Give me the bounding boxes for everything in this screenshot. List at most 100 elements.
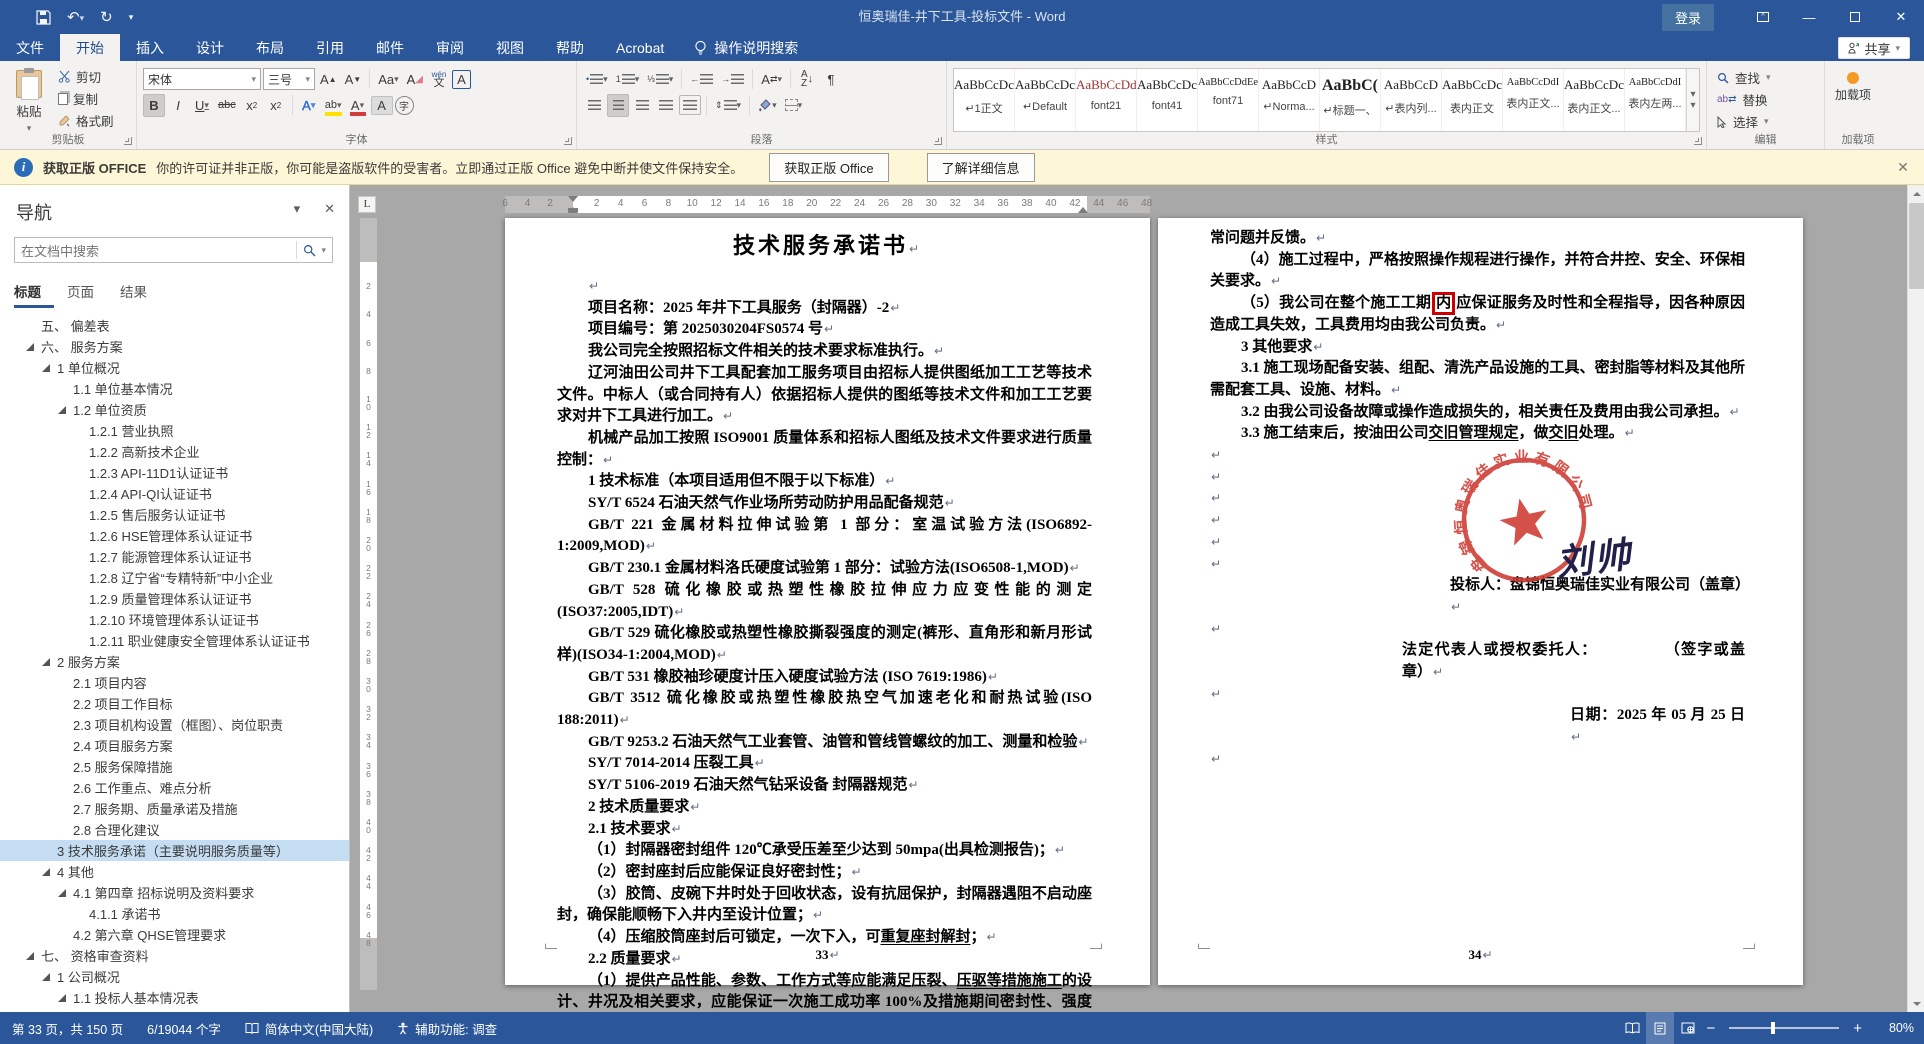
tab-设计[interactable]: 设计: [180, 34, 240, 61]
doc-paragraph[interactable]: ↵: [557, 276, 1092, 298]
redo-icon[interactable]: ↻: [100, 8, 113, 26]
nav-close-icon[interactable]: ✕: [324, 201, 335, 217]
tab-邮件[interactable]: 邮件: [360, 34, 420, 61]
sort-icon[interactable]: A Z ↓: [796, 68, 818, 91]
nav-heading-item[interactable]: 1.2.4 API-QI认证证书: [0, 483, 349, 504]
customize-qat-icon[interactable]: ▾: [129, 12, 134, 23]
zoom-slider-thumb[interactable]: [1771, 1022, 1776, 1034]
nav-heading-item[interactable]: 1.1 投标人基本情况表: [0, 987, 349, 1008]
expand-arrow-icon[interactable]: [42, 363, 50, 372]
style-item[interactable]: AaBbCcDdE font21: [1076, 69, 1137, 131]
font-color-icon[interactable]: A ▾: [347, 94, 369, 117]
doc-paragraph[interactable]: 3.1 施工现场配备安装、组配、清洗产品设施的工具、密封脂等材料及其他所需配套工…: [1210, 358, 1745, 401]
shrink-font-icon[interactable]: A ▼: [342, 68, 365, 91]
nav-heading-item[interactable]: 2.1 项目内容: [0, 672, 349, 693]
doc-paragraph[interactable]: GB/T 531 橡胶袖珍硬度计压入硬度试验方法 (ISO 7619:1986)…: [557, 667, 1092, 689]
tab-布局[interactable]: 布局: [240, 34, 300, 61]
style-item[interactable]: AaBbCcDc font41: [1137, 69, 1198, 131]
tellme-search[interactable]: 操作说明搜索: [680, 34, 812, 61]
share-button[interactable]: 共享 ▾: [1838, 37, 1910, 59]
format-painter-button[interactable]: 格式刷: [54, 110, 118, 131]
scrollbar-thumb[interactable]: [1909, 203, 1924, 289]
doc-paragraph[interactable]: 辽河油田公司井下工具配套加工服务项目由招标人提供图纸加工工艺等技术文件。中标人（…: [557, 363, 1092, 428]
align-left-icon[interactable]: [583, 94, 605, 117]
tab-stop-selector[interactable]: L: [358, 196, 376, 213]
paste-button[interactable]: 粘贴 ▾: [6, 66, 52, 134]
page-indicator[interactable]: 第 33 页，共 150 页: [0, 1012, 135, 1044]
expand-arrow-icon[interactable]: [42, 867, 50, 876]
doc-paragraph[interactable]: 3 其他要求↵: [1210, 337, 1745, 359]
read-mode-icon[interactable]: [1618, 1012, 1646, 1044]
expand-arrow-icon[interactable]: [58, 993, 66, 1002]
nav-tab-标题[interactable]: 标题: [14, 281, 41, 301]
print-layout-icon[interactable]: [1646, 1012, 1675, 1044]
doc-paragraph[interactable]: ↵: [1210, 684, 1745, 706]
doc-paragraph[interactable]: SY/T 5106-2019 石油天然气钻采设备 封隔器规范↵: [557, 775, 1092, 797]
doc-paragraph[interactable]: SY/T 7014-2014 压裂工具↵: [557, 753, 1092, 775]
expand-arrow-icon[interactable]: [42, 972, 50, 981]
doc-paragraph[interactable]: 2.1 技术要求↵: [557, 819, 1092, 841]
nav-heading-item[interactable]: 1.2.11 职业健康安全管理体系认证证书: [0, 630, 349, 651]
font-dialog-launcher[interactable]: [564, 137, 572, 145]
expand-arrow-icon[interactable]: [58, 405, 66, 414]
nav-heading-item[interactable]: 1 单位概况: [0, 357, 349, 378]
zoom-out-icon[interactable]: −: [1702, 1020, 1719, 1037]
addins-button[interactable]: 加载项: [1831, 66, 1875, 102]
nav-heading-item[interactable]: 2.8 合理化建议: [0, 819, 349, 840]
borders-icon[interactable]: ▾: [782, 94, 806, 117]
doc-paragraph[interactable]: ↵: [1210, 749, 1745, 771]
doc-paragraph[interactable]: GB/T 9253.2 石油天然气工业套管、油管和管线管螺纹的加工、测量和检验↵: [557, 732, 1092, 754]
minimize-button[interactable]: —: [1786, 0, 1832, 34]
doc-paragraph[interactable]: （4）施工过程中，严格按照操作规程进行操作，并符合井控、安全、环保相关要求。↵: [1210, 250, 1745, 293]
nav-heading-item[interactable]: 1.1 单位基本情况: [0, 378, 349, 399]
tab-帮助[interactable]: 帮助: [540, 34, 600, 61]
expand-arrow-icon[interactable]: [26, 342, 34, 351]
nav-heading-item[interactable]: 4.1.1 承诺书: [0, 903, 349, 924]
underline-icon[interactable]: U ▾: [191, 94, 213, 117]
nav-heading-item[interactable]: 1.2.3 API-11D1认证证书: [0, 462, 349, 483]
scroll-up-icon[interactable]: [1908, 185, 1924, 202]
shading-icon[interactable]: ▾: [755, 94, 780, 117]
doc-paragraph[interactable]: 日期：2025 年 05 月 25 日 ↵: [1210, 705, 1745, 748]
nav-heading-item[interactable]: 4.2 第六章 QHSE管理要求: [0, 924, 349, 945]
tab-插入[interactable]: 插入: [120, 34, 180, 61]
show-marks-icon[interactable]: ¶: [820, 68, 842, 91]
nav-heading-item[interactable]: 1.2.6 HSE管理体系认证证书: [0, 525, 349, 546]
style-item[interactable]: AaBbCcDc ↵1正文: [954, 69, 1015, 131]
language-indicator[interactable]: 简体中文(中国大陆): [233, 1012, 385, 1044]
find-button[interactable]: 查找 ▾: [1713, 67, 1818, 88]
doc-paragraph[interactable]: SY/T 6524 石油天然气作业场所劳动防护用品配备规范↵: [557, 493, 1092, 515]
doc-paragraph[interactable]: （1）提供产品性能、参数、工作方式等应能满足压裂、压驱等措施施工的设计、井况及相…: [557, 971, 1092, 1013]
replace-button[interactable]: ab⇄ 替换: [1713, 89, 1818, 110]
clear-formatting-icon[interactable]: A ◢: [404, 68, 426, 91]
phonetic-guide-icon[interactable]: wén 文: [428, 68, 450, 91]
nav-heading-item[interactable]: 1.2.7 能源管理体系认证证书: [0, 546, 349, 567]
doc-paragraph[interactable]: （2）密封座封后应能保证良好密封性；↵: [557, 862, 1092, 884]
style-item[interactable]: AaBbCcDdI 表内左两...: [1625, 69, 1686, 131]
ribbon-display-options-icon[interactable]: ^: [1740, 0, 1786, 34]
style-item[interactable]: AaBbCcD ↵Norma...: [1259, 69, 1320, 131]
nav-heading-item[interactable]: 4 其他: [0, 861, 349, 882]
nav-heading-item[interactable]: 1.2 单位资质: [0, 399, 349, 420]
nav-heading-item[interactable]: 2 服务方案: [0, 651, 349, 672]
tab-开始[interactable]: 开始: [60, 34, 120, 61]
doc-paragraph[interactable]: 1 技术标准（本项目适用但不限于以下标准）↵: [557, 471, 1092, 493]
tab-引用[interactable]: 引用: [300, 34, 360, 61]
nav-options-chevron-icon[interactable]: ▾: [294, 201, 301, 217]
doc-paragraph[interactable]: （1）封隔器密封组件 120℃承受压差至少达到 50mpa(出具检测报告)；↵: [557, 840, 1092, 862]
justify-icon[interactable]: [655, 94, 677, 117]
nav-heading-item[interactable]: 1.2.5 售后服务认证证书: [0, 504, 349, 525]
tab-Acrobat[interactable]: Acrobat: [600, 34, 680, 61]
get-genuine-office-button[interactable]: 获取正版 Office: [769, 152, 889, 182]
doc-paragraph[interactable]: （3）胶筒、皮碗下井时处于回收状态，设有抗屈保护，封隔器遇阻不启动座封，确保能顺…: [557, 884, 1092, 927]
word-count[interactable]: 6/19044 个字: [135, 1012, 233, 1044]
tab-审阅[interactable]: 审阅: [420, 34, 480, 61]
distribute-icon[interactable]: [679, 95, 701, 115]
paragraph-dialog-launcher[interactable]: [934, 137, 942, 145]
char-shading-icon[interactable]: A: [370, 95, 393, 115]
nav-heading-item[interactable]: 六、 服务方案: [0, 336, 349, 357]
nav-heading-item[interactable]: 4.1 第四章 招标说明及资料要求: [0, 882, 349, 903]
expand-arrow-icon[interactable]: [58, 888, 66, 897]
style-item[interactable]: AaBbCcDc ↵Default: [1015, 69, 1076, 131]
zoom-slider[interactable]: [1729, 1022, 1840, 1034]
